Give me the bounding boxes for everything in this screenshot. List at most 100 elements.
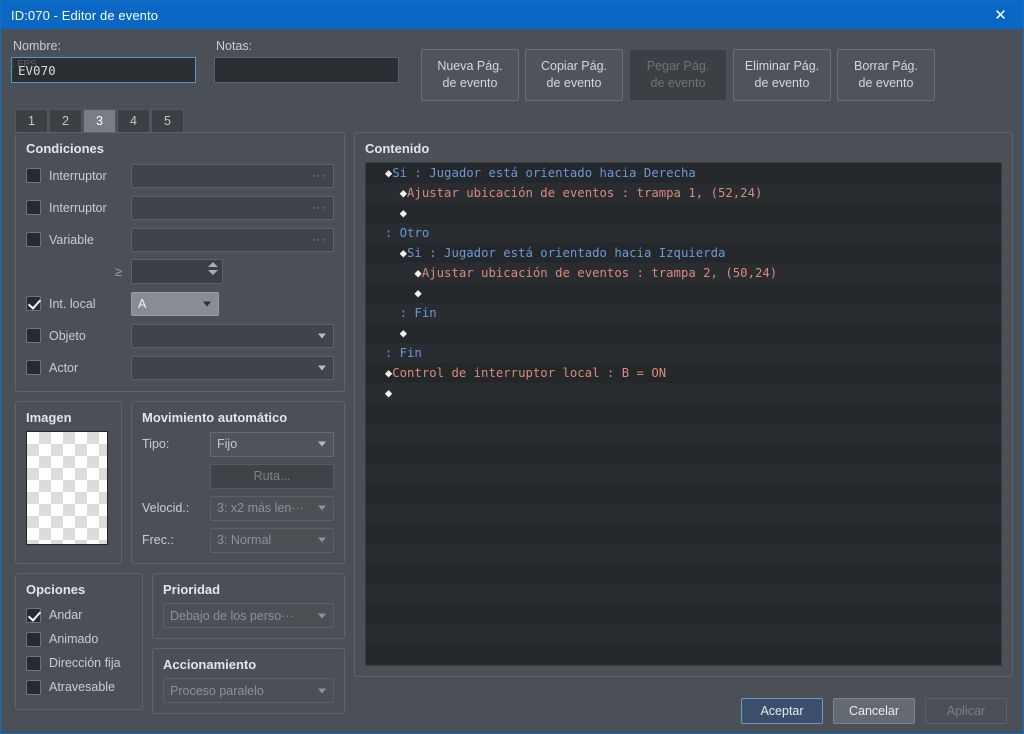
frecuencia-label: Frec.:	[142, 533, 174, 547]
tab-page-2[interactable]: 2	[49, 109, 82, 132]
cancel-button[interactable]: Cancelar	[833, 698, 915, 724]
prioridad-title: Prioridad	[163, 582, 221, 597]
command-row[interactable]	[366, 403, 1001, 423]
nombre-label: Nombre:	[13, 39, 61, 53]
command-row[interactable]	[366, 423, 1001, 443]
command-text: : Otro	[384, 226, 430, 240]
event-command-list[interactable]: ◆ Si : Jugador está orientado hacia Derec…	[365, 162, 1002, 666]
actor-select[interactable]	[131, 355, 334, 380]
variable-checkbox[interactable]	[26, 232, 41, 247]
tab-page-3[interactable]: 3	[83, 109, 116, 132]
command-row[interactable]: ◆	[366, 323, 1001, 343]
condition-row-objeto: Objeto	[26, 322, 334, 349]
switch-2-checkbox[interactable]	[26, 200, 41, 215]
operator-symbol: ≥	[114, 264, 122, 279]
contenido-title: Contenido	[365, 141, 430, 156]
command-row[interactable]	[366, 663, 1001, 665]
chevron-down-icon	[318, 441, 326, 447]
command-row[interactable]: ◆Control de interruptor local : B = ON	[366, 363, 1001, 383]
tab-page-4[interactable]: 4	[117, 109, 150, 132]
tipo-value: Fijo	[217, 437, 238, 451]
actor-checkbox[interactable]	[26, 360, 41, 375]
command-row[interactable]: ◆	[366, 203, 1001, 223]
notas-input[interactable]	[214, 57, 399, 83]
chevron-up-icon[interactable]	[208, 262, 218, 267]
command-row[interactable]	[366, 543, 1001, 563]
tab-page-1[interactable]: 1	[15, 109, 48, 132]
condition-row-switch-2: Interruptor ···	[26, 194, 334, 221]
command-row[interactable]	[366, 603, 1001, 623]
page-button-line2: de evento	[650, 76, 706, 90]
option-row-0: Andar	[26, 603, 132, 627]
prioridad-value: Debajo de los perso···	[170, 608, 294, 623]
option-checkbox-1[interactable]	[26, 631, 41, 647]
tipo-select[interactable]: Fijo	[210, 431, 334, 457]
page-button-line1: Nueva Pág.	[437, 59, 503, 73]
switch-2-label: Interruptor	[49, 200, 107, 215]
chevron-down-icon[interactable]	[208, 270, 218, 275]
command-row[interactable]: ◆Ajustar ubicación de eventos : trampa 1…	[366, 183, 1001, 203]
accept-button[interactable]: Aceptar	[741, 698, 823, 724]
command-row[interactable]: ◆Si : Jugador está orientado hacia Derec…	[366, 163, 1001, 183]
command-row[interactable]	[366, 523, 1001, 543]
chevron-down-icon	[318, 537, 326, 543]
command-row[interactable]: : Fin	[366, 343, 1001, 363]
command-diamond-icon: ◆	[399, 326, 408, 340]
main-columns: Condiciones Interruptor ··· Interruptor	[1, 132, 1023, 714]
close-icon[interactable]: ✕	[978, 1, 1023, 29]
prioridad-group: Prioridad Debajo de los perso···	[152, 573, 345, 639]
notas-field-group: Notas:	[214, 39, 399, 83]
nombre-input[interactable]	[11, 57, 196, 83]
variable-value-stepper[interactable]	[131, 259, 223, 284]
page-button-2: Pegar Pág. de evento	[629, 49, 727, 101]
command-row[interactable]: ◆Ajustar ubicación de eventos : trampa 2…	[366, 263, 1001, 283]
variable-picker[interactable]: ···	[131, 227, 334, 252]
command-row[interactable]: : Fin	[366, 303, 1001, 323]
command-row[interactable]	[366, 503, 1001, 523]
velocidad-label: Velocid.:	[142, 501, 190, 515]
accionamiento-title: Accionamiento	[163, 657, 257, 672]
ruta-button: Ruta...	[210, 463, 334, 489]
command-row[interactable]	[366, 623, 1001, 643]
objeto-select[interactable]	[131, 323, 334, 348]
command-row[interactable]: : Otro	[366, 223, 1001, 243]
tipo-label: Tipo:	[142, 437, 170, 451]
command-row[interactable]	[366, 463, 1001, 483]
command-row[interactable]: ◆Si : Jugador está orientado hacia Izqui…	[366, 243, 1001, 263]
command-row[interactable]	[366, 483, 1001, 503]
int-local-checkbox[interactable]	[26, 296, 41, 311]
frecuencia-select: 3: Normal	[210, 527, 334, 553]
page-button-0[interactable]: Nueva Pág. de evento	[421, 49, 519, 101]
prioridad-select[interactable]: Debajo de los perso···	[163, 603, 334, 628]
velocidad-select: 3: x2 más len···	[210, 495, 334, 521]
page-tabs: 12345	[1, 101, 1023, 132]
option-checkbox-0[interactable]	[26, 607, 41, 623]
switch-1-checkbox[interactable]	[26, 168, 41, 183]
variable-label: Variable	[49, 232, 94, 247]
switch-2-picker[interactable]: ···	[131, 195, 334, 220]
right-column: Contenido ◆Si : Jugador está orientado h…	[354, 132, 1013, 714]
page-button-line2: de evento	[442, 76, 498, 90]
page-button-3[interactable]: Eliminar Pág. de evento	[733, 49, 831, 101]
dialog-body: 1 FPS Nombre: Notas: Nueva Pág.de evento…	[1, 29, 1023, 733]
tab-page-5[interactable]: 5	[151, 109, 184, 132]
page-button-1[interactable]: Copiar Pág. de evento	[525, 49, 623, 101]
command-row[interactable]	[366, 563, 1001, 583]
command-row[interactable]	[366, 643, 1001, 663]
actor-label: Actor	[49, 360, 79, 375]
command-row[interactable]: ◆	[366, 383, 1001, 403]
option-label-0: Andar	[49, 608, 83, 622]
command-row[interactable]: ◆	[366, 283, 1001, 303]
option-checkbox-2[interactable]	[26, 655, 41, 671]
command-row[interactable]	[366, 443, 1001, 463]
int-local-select[interactable]: A	[131, 291, 219, 316]
switch-1-picker[interactable]: ···	[131, 163, 334, 188]
page-button-4[interactable]: Borrar Pág. de evento	[837, 49, 935, 101]
event-image-preview[interactable]	[26, 431, 108, 545]
objeto-checkbox[interactable]	[26, 328, 41, 343]
nombre-field-group: Nombre:	[11, 39, 196, 83]
command-row[interactable]	[366, 583, 1001, 603]
chevron-down-icon	[318, 333, 326, 338]
